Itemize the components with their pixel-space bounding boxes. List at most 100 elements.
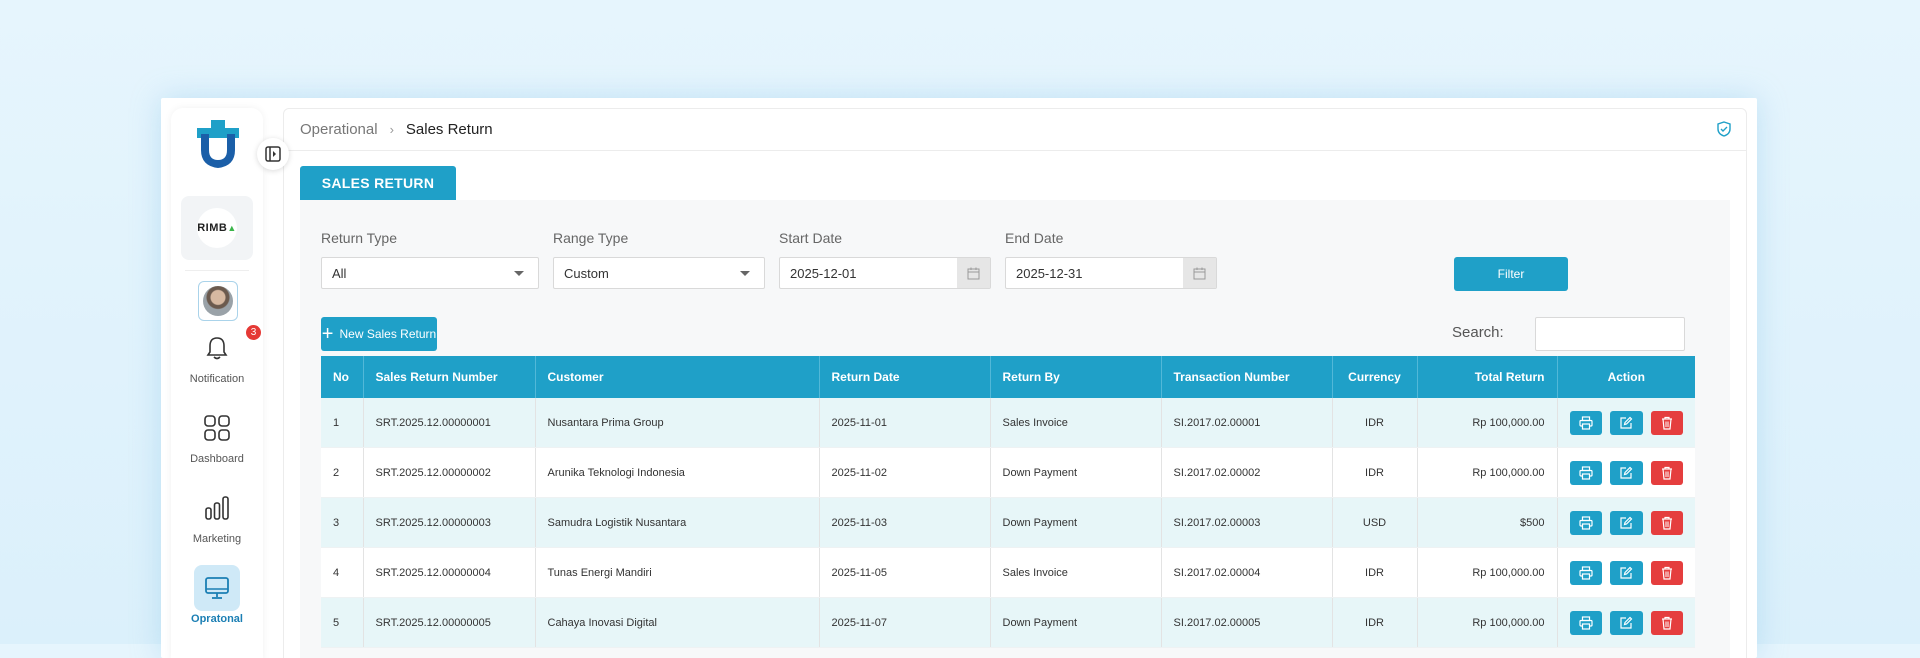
edit-button[interactable] bbox=[1610, 410, 1643, 435]
start-date-label: Start Date bbox=[779, 230, 843, 246]
tab-sales-return[interactable]: SALES RETURN bbox=[300, 166, 456, 200]
delete-button[interactable] bbox=[1650, 510, 1683, 535]
nav-label: Opratonal bbox=[191, 613, 243, 625]
bar-chart-icon bbox=[205, 496, 229, 520]
edit-button[interactable] bbox=[1610, 610, 1643, 635]
table-row[interactable]: 3 SRT.2025.12.00000003 Samudra Logistik … bbox=[321, 497, 1695, 548]
cell-customer: Arunika Teknologi Indonesia bbox=[535, 447, 820, 498]
column-header[interactable]: Customer bbox=[535, 356, 820, 398]
range-type-select[interactable]: Custom bbox=[553, 257, 765, 289]
new-sales-return-label: New Sales Return bbox=[339, 327, 437, 341]
nav-item-dashboard[interactable]: Dashboard bbox=[171, 405, 263, 465]
column-header[interactable]: Return Date bbox=[819, 356, 991, 398]
printer-icon bbox=[1579, 615, 1593, 630]
column-header[interactable]: Return By bbox=[990, 356, 1162, 398]
sidebar-toggle-button[interactable] bbox=[257, 138, 289, 170]
nav-item-notification[interactable]: 3 Notification bbox=[171, 325, 263, 385]
breadcrumb-separator: › bbox=[389, 122, 394, 137]
return-type-value: All bbox=[332, 265, 347, 281]
cell-return-by: Down Payment bbox=[990, 497, 1162, 548]
chevron-down-icon bbox=[740, 271, 750, 276]
cell-return-date: 2025-11-05 bbox=[819, 547, 991, 598]
edit-button[interactable] bbox=[1610, 560, 1643, 585]
return-type-select[interactable]: All bbox=[321, 257, 539, 289]
range-type-value: Custom bbox=[564, 265, 609, 281]
cell-total-return: $500 bbox=[1417, 497, 1558, 548]
column-header[interactable]: Currency bbox=[1332, 356, 1418, 398]
edit-button[interactable] bbox=[1610, 460, 1643, 485]
sales-return-panel: Return Type All Range Type Custom Start … bbox=[300, 200, 1730, 658]
delete-button[interactable] bbox=[1650, 610, 1683, 635]
trash-icon bbox=[1661, 516, 1672, 530]
cell-customer: Cahaya Inovasi Digital bbox=[535, 597, 820, 648]
table-row[interactable]: 5 SRT.2025.12.00000005 Cahaya Inovasi Di… bbox=[321, 597, 1695, 648]
column-header[interactable]: No bbox=[321, 356, 364, 398]
breadcrumb: Operational › Sales Return bbox=[284, 109, 1746, 151]
print-button[interactable] bbox=[1569, 610, 1602, 635]
sidebar-divider bbox=[185, 270, 249, 271]
edit-icon bbox=[1620, 566, 1633, 579]
cell-return-date: 2025-11-03 bbox=[819, 497, 991, 548]
trash-icon bbox=[1661, 566, 1672, 580]
printer-icon bbox=[1579, 565, 1593, 580]
print-button[interactable] bbox=[1569, 410, 1602, 435]
cell-transaction-number: SI.2017.02.00001 bbox=[1161, 398, 1333, 448]
search-input[interactable] bbox=[1535, 317, 1685, 351]
edit-icon bbox=[1620, 616, 1633, 629]
edit-icon bbox=[1620, 416, 1633, 429]
company-switcher[interactable]: RIMB ▲ bbox=[181, 196, 253, 260]
nav-label: Marketing bbox=[192, 533, 242, 545]
table-row[interactable]: 2 SRT.2025.12.00000002 Arunika Teknologi… bbox=[321, 447, 1695, 498]
table-row[interactable]: 4 SRT.2025.12.00000004 Tunas Energi Mand… bbox=[321, 547, 1695, 598]
sidebar-toggle-icon bbox=[265, 146, 281, 162]
print-button[interactable] bbox=[1569, 460, 1602, 485]
delete-button[interactable] bbox=[1650, 410, 1683, 435]
start-date-input[interactable]: 2025-12-01 bbox=[779, 257, 991, 289]
column-header[interactable]: Sales Return Number bbox=[363, 356, 536, 398]
cell-currency: IDR bbox=[1332, 398, 1418, 448]
cell-no: 3 bbox=[321, 497, 364, 548]
app-logo bbox=[197, 120, 239, 168]
cell-total-return: Rp 100,000.00 bbox=[1417, 547, 1558, 598]
return-type-label: Return Type bbox=[321, 230, 398, 246]
cell-return-date: 2025-11-01 bbox=[819, 398, 991, 448]
cell-transaction-number: SI.2017.02.00004 bbox=[1161, 547, 1333, 598]
plus-icon: + bbox=[321, 323, 334, 345]
nav-item-operational[interactable]: Opratonal bbox=[171, 565, 263, 625]
shield-icon[interactable] bbox=[1716, 121, 1732, 137]
cell-actions bbox=[1557, 447, 1695, 498]
edit-button[interactable] bbox=[1610, 510, 1643, 535]
column-header[interactable]: Transaction Number bbox=[1161, 356, 1333, 398]
cell-return-by: Down Payment bbox=[990, 447, 1162, 498]
end-date-input[interactable]: 2025-12-31 bbox=[1005, 257, 1217, 289]
delete-button[interactable] bbox=[1650, 460, 1683, 485]
cell-no: 1 bbox=[321, 398, 364, 448]
trash-icon bbox=[1661, 466, 1672, 480]
column-header: Action bbox=[1557, 356, 1695, 398]
cell-no: 2 bbox=[321, 447, 364, 498]
column-header[interactable]: Total Return bbox=[1417, 356, 1558, 398]
notification-badge: 3 bbox=[246, 325, 261, 340]
cell-currency: IDR bbox=[1332, 447, 1418, 498]
delete-button[interactable] bbox=[1650, 560, 1683, 585]
nav-item-marketing[interactable]: Marketing bbox=[171, 485, 263, 545]
start-date-calendar-button[interactable] bbox=[957, 258, 990, 288]
cell-total-return: Rp 100,000.00 bbox=[1417, 447, 1558, 498]
cell-total-return: Rp 100,000.00 bbox=[1417, 398, 1558, 448]
breadcrumb-parent[interactable]: Operational bbox=[300, 121, 378, 138]
main-content: Operational › Sales Return SALES RETURN … bbox=[283, 108, 1747, 658]
cell-return-by: Down Payment bbox=[990, 597, 1162, 648]
filter-button[interactable]: Filter bbox=[1454, 257, 1568, 291]
print-button[interactable] bbox=[1569, 560, 1602, 585]
trash-icon bbox=[1661, 616, 1672, 630]
user-avatar[interactable] bbox=[198, 281, 238, 321]
new-sales-return-button[interactable]: + New Sales Return bbox=[321, 317, 437, 351]
cell-customer: Tunas Energi Mandiri bbox=[535, 547, 820, 598]
grid-icon bbox=[204, 415, 230, 441]
sales-return-table: No Sales Return Number Customer Return D… bbox=[321, 356, 1695, 648]
end-date-calendar-button[interactable] bbox=[1183, 258, 1216, 288]
calendar-icon bbox=[1193, 267, 1206, 279]
print-button[interactable] bbox=[1569, 510, 1602, 535]
cell-transaction-number: SI.2017.02.00002 bbox=[1161, 447, 1333, 498]
table-row[interactable]: 1 SRT.2025.12.00000001 Nusantara Prima G… bbox=[321, 398, 1695, 448]
